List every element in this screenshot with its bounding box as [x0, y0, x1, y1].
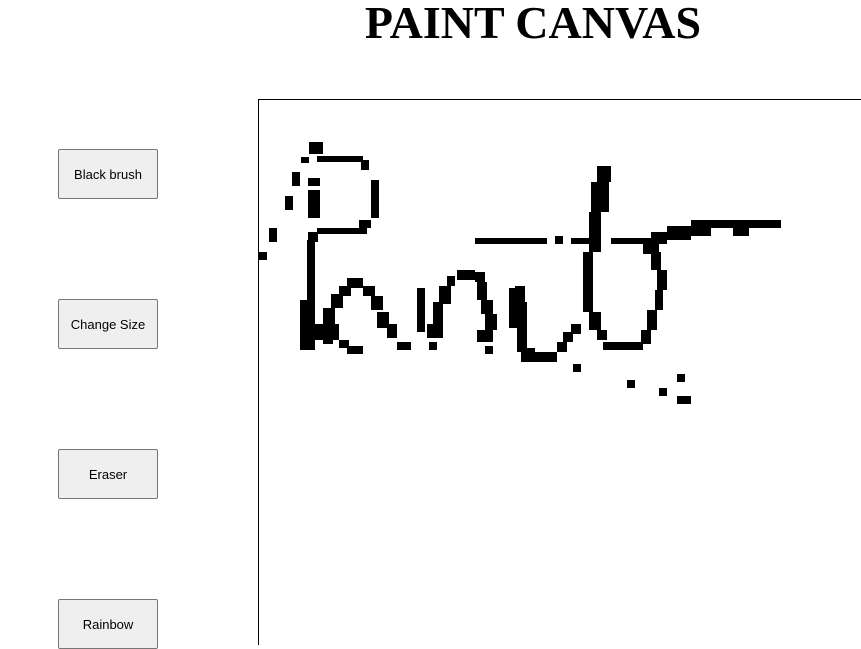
- brush-stroke-pixel: [603, 342, 643, 350]
- brush-stroke-pixel: [307, 240, 315, 350]
- brush-stroke-pixel: [557, 342, 567, 352]
- brush-stroke-pixel: [323, 308, 335, 324]
- brush-stroke-pixel: [475, 272, 485, 282]
- brush-stroke-pixel: [597, 166, 611, 182]
- brush-stroke-pixel: [485, 346, 493, 354]
- brush-stroke-pixel: [397, 342, 411, 350]
- brush-stroke-pixel: [655, 290, 663, 310]
- brush-stroke-pixel: [659, 388, 667, 396]
- handwritten-paint-strokes: [259, 142, 781, 404]
- brush-stroke-pixel: [481, 300, 493, 314]
- brush-stroke-pixel: [417, 288, 425, 332]
- brush-stroke-pixel: [643, 244, 659, 254]
- canvas-drawing: [259, 142, 781, 404]
- brush-stroke-pixel: [292, 172, 300, 186]
- brush-stroke-pixel: [521, 352, 557, 362]
- brush-stroke-pixel: [573, 364, 581, 372]
- brush-stroke-pixel: [651, 252, 661, 270]
- brush-stroke-pixel: [308, 178, 320, 186]
- brush-stroke-pixel: [517, 302, 527, 352]
- brush-stroke-pixel: [457, 270, 475, 280]
- brush-stroke-pixel: [647, 310, 657, 330]
- brush-stroke-pixel: [677, 396, 691, 404]
- brush-stroke-pixel: [371, 180, 379, 218]
- eraser-button[interactable]: Eraser: [58, 449, 158, 499]
- brush-stroke-pixel: [347, 346, 363, 354]
- brush-stroke-pixel: [641, 330, 651, 344]
- brush-stroke-pixel: [317, 156, 363, 162]
- brush-stroke-pixel: [308, 190, 320, 218]
- brush-stroke-pixel: [485, 314, 497, 330]
- rainbow-button[interactable]: Rainbow: [58, 599, 158, 649]
- brush-stroke-pixel: [583, 252, 593, 312]
- brush-stroke-pixel: [317, 228, 367, 234]
- change-size-button[interactable]: Change Size: [58, 299, 158, 349]
- brush-stroke-pixel: [359, 220, 371, 228]
- brush-stroke-pixel: [571, 324, 581, 334]
- brush-stroke-pixel: [571, 238, 589, 244]
- brush-stroke-pixel: [555, 236, 563, 244]
- brush-stroke-pixel: [269, 228, 277, 242]
- page-title: PAINT CANVAS: [364, 0, 702, 48]
- brush-stroke-pixel: [427, 324, 443, 338]
- brush-stroke-pixel: [433, 302, 443, 326]
- paint-canvas[interactable]: [258, 99, 861, 645]
- brush-stroke-pixel: [371, 296, 383, 310]
- brush-stroke-pixel: [361, 160, 369, 170]
- brush-stroke-pixel: [591, 182, 609, 212]
- brush-stroke-pixel: [429, 342, 437, 350]
- brush-stroke-pixel: [447, 276, 455, 286]
- brush-stroke-pixel: [387, 324, 397, 338]
- brush-stroke-pixel: [309, 142, 323, 154]
- brush-stroke-pixel: [589, 312, 601, 330]
- brush-stroke-pixel: [323, 336, 333, 344]
- brush-stroke-pixel: [627, 380, 635, 388]
- brush-stroke-pixel: [363, 286, 375, 296]
- brush-stroke-pixel: [301, 157, 309, 163]
- brush-stroke-pixel: [589, 212, 601, 252]
- brush-stroke-pixel: [733, 226, 749, 236]
- brush-stroke-pixel: [477, 330, 493, 342]
- brush-stroke-pixel: [515, 286, 525, 302]
- brush-stroke-pixel: [300, 300, 308, 350]
- brush-stroke-pixel: [439, 286, 451, 304]
- brush-stroke-pixel: [597, 330, 607, 340]
- brush-stroke-pixel: [657, 270, 667, 290]
- brush-stroke-pixel: [259, 252, 267, 260]
- brush-stroke-pixel: [677, 374, 685, 382]
- brush-stroke-pixel: [477, 282, 487, 300]
- brush-stroke-pixel: [475, 238, 547, 244]
- brush-stroke-pixel: [331, 294, 343, 308]
- black-brush-button[interactable]: Black brush: [58, 149, 158, 199]
- brush-stroke-pixel: [285, 196, 293, 210]
